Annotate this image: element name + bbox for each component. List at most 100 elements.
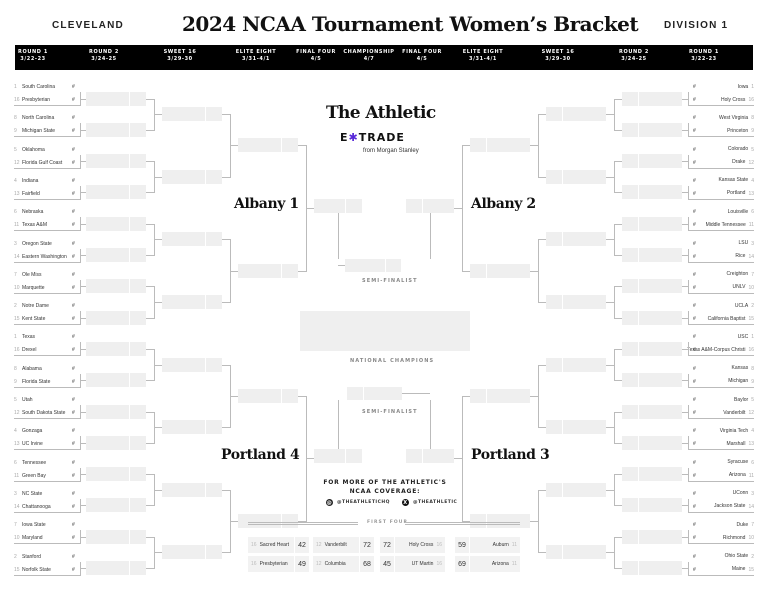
team-score: # — [693, 347, 696, 354]
first-four-name: UT Martin — [411, 561, 434, 567]
team-row[interactable]: 12 Florida Gulf Coast # — [14, 158, 80, 168]
team-score: # — [72, 347, 75, 354]
team-row[interactable]: 3 NC State # — [14, 489, 80, 499]
team-row[interactable]: 5 Utah # — [14, 395, 80, 405]
team-row[interactable]: # Kansas 8 — [688, 364, 754, 374]
team-row[interactable]: 9 Florida State # — [14, 377, 80, 387]
team-row[interactable]: # USC 1 — [688, 332, 754, 342]
bracket-line — [688, 292, 754, 294]
team-seed: 1 — [751, 334, 754, 341]
team-row[interactable]: # UCLA 2 — [688, 301, 754, 311]
team-row[interactable]: # Jackson State 14 — [688, 502, 754, 512]
bracket-line — [538, 552, 546, 554]
team-score: # — [693, 535, 696, 542]
team-row[interactable]: 3 Oregon State # — [14, 239, 80, 249]
team-row[interactable]: # Princeton 9 — [688, 126, 754, 136]
bracket-line — [682, 255, 688, 256]
team-row[interactable]: # Holy Cross 16 — [688, 95, 754, 105]
team-row[interactable]: # Virginia Tech 4 — [688, 426, 754, 436]
threads-icon: @ — [326, 499, 333, 506]
x-handle-link[interactable]: @THEATHLETIC — [413, 500, 457, 505]
team-row[interactable]: # Louisville 6 — [688, 207, 754, 217]
bracket-line — [538, 239, 539, 303]
left-round-2-slot — [86, 529, 146, 544]
team-row[interactable]: # Syracuse 6 — [688, 458, 754, 468]
first-four-score: 72 — [360, 537, 374, 553]
team-row[interactable]: # Portland 13 — [688, 189, 754, 199]
team-row[interactable]: # Arizona 11 — [688, 471, 754, 481]
team-row[interactable]: # Texas A&M-Corpus Christi 16 — [687, 345, 754, 355]
first-four-name: Holy Cross — [408, 542, 434, 548]
team-row[interactable]: # Maine 15 — [688, 565, 754, 575]
round-name: ELITE EIGHT — [462, 49, 504, 55]
team-row[interactable]: 4 Gonzaga # — [14, 426, 80, 436]
team-name: Baylor — [734, 396, 749, 403]
team-row[interactable]: 13 Fairfield # — [14, 189, 80, 199]
team-row[interactable]: # LSU 3 — [688, 239, 754, 249]
team-row[interactable]: # West Virginia 8 — [688, 113, 754, 123]
bracket-line — [146, 474, 154, 476]
team-row[interactable]: 5 Oklahoma # — [14, 145, 80, 155]
team-row[interactable]: 16 Presbyterian # — [14, 95, 80, 105]
left-round-3-slot-score — [205, 169, 206, 184]
team-row[interactable]: # UNLV 10 — [688, 283, 754, 293]
team-name: NC State — [22, 490, 43, 497]
team-row[interactable]: 4 Indiana # — [14, 176, 80, 186]
threads-handle-link[interactable]: @THEATHLETICHQ — [337, 500, 390, 505]
team-row[interactable]: 13 UC Irvine # — [14, 439, 80, 449]
team-row[interactable]: # Drake 12 — [688, 158, 754, 168]
etrade-star-icon: ✱ — [348, 131, 359, 144]
team-row[interactable]: 14 Eastern Washington # — [14, 252, 80, 262]
team-row[interactable]: # Colorado 5 — [688, 145, 754, 155]
team-row[interactable]: 12 South Dakota State # — [14, 408, 80, 418]
team-row[interactable]: # UConn 3 — [688, 489, 754, 499]
team-row[interactable]: 14 Chattanooga # — [14, 502, 80, 512]
team-score: # — [693, 378, 696, 385]
team-row[interactable]: 8 North Carolina # — [14, 113, 80, 123]
team-row[interactable]: 1 Texas # — [14, 332, 80, 342]
team-seed: 1 — [14, 84, 17, 90]
team-row[interactable]: # Marshall 13 — [688, 439, 754, 449]
team-row[interactable]: 15 Kent State # — [14, 314, 80, 324]
team-row[interactable]: 10 Marquette # — [14, 283, 80, 293]
bracket-line — [298, 145, 306, 147]
team-row[interactable]: # Richmond 10 — [688, 533, 754, 543]
team-row[interactable]: 1 South Carolina # — [14, 82, 80, 92]
team-row[interactable]: 11 Texas A&M # — [14, 220, 80, 230]
team-row[interactable]: # California Baptist 15 — [688, 314, 754, 324]
team-row[interactable]: 16 Drexel # — [14, 345, 80, 355]
team-row[interactable]: # Duke 7 — [688, 520, 754, 530]
team-row[interactable]: # Rice 14 — [688, 252, 754, 262]
team-row[interactable]: 6 Tennessee # — [14, 458, 80, 468]
team-row[interactable]: 7 Iowa State # — [14, 520, 80, 530]
bracket-line — [146, 223, 154, 225]
team-row[interactable]: # Kansas State 4 — [688, 176, 754, 186]
team-row[interactable]: 2 Stanford # — [14, 552, 80, 562]
bracket-line — [688, 355, 754, 357]
team-row[interactable]: # Baylor 5 — [688, 395, 754, 405]
team-seed: 12 — [14, 410, 20, 416]
team-row[interactable]: # Iowa 1 — [688, 82, 754, 92]
team-row[interactable]: 8 Alabama # — [14, 364, 80, 374]
team-row[interactable]: 2 Notre Dame # — [14, 301, 80, 311]
bracket-line — [606, 364, 614, 366]
team-row[interactable]: # Creighton 7 — [688, 270, 754, 280]
team-seed: 12 — [748, 410, 754, 416]
team-name: Iowa — [737, 83, 749, 90]
team-row[interactable]: 6 Nebraska # — [14, 207, 80, 217]
team-row[interactable]: # Ohio State 2 — [688, 552, 754, 562]
team-row[interactable]: 11 Green Bay # — [14, 471, 80, 481]
team-row[interactable]: 15 Norfolk State # — [14, 565, 80, 575]
team-row[interactable]: 7 Ole Miss # — [14, 270, 80, 280]
team-row[interactable]: 9 Michigan State # — [14, 126, 80, 136]
team-row[interactable]: 10 Maryland # — [14, 533, 80, 543]
bracket-line — [146, 536, 154, 538]
bracket-line — [606, 301, 614, 303]
team-row[interactable]: # Michigan 9 — [688, 377, 754, 387]
team-row[interactable]: # Vanderbilt 12 — [688, 408, 754, 418]
bracket-line — [688, 530, 689, 545]
first-four-seed: 11 — [511, 561, 517, 567]
team-row[interactable]: # Middle Tennessee 11 — [688, 220, 754, 230]
team-score: # — [72, 566, 75, 573]
left-round-2-slot — [86, 91, 146, 106]
